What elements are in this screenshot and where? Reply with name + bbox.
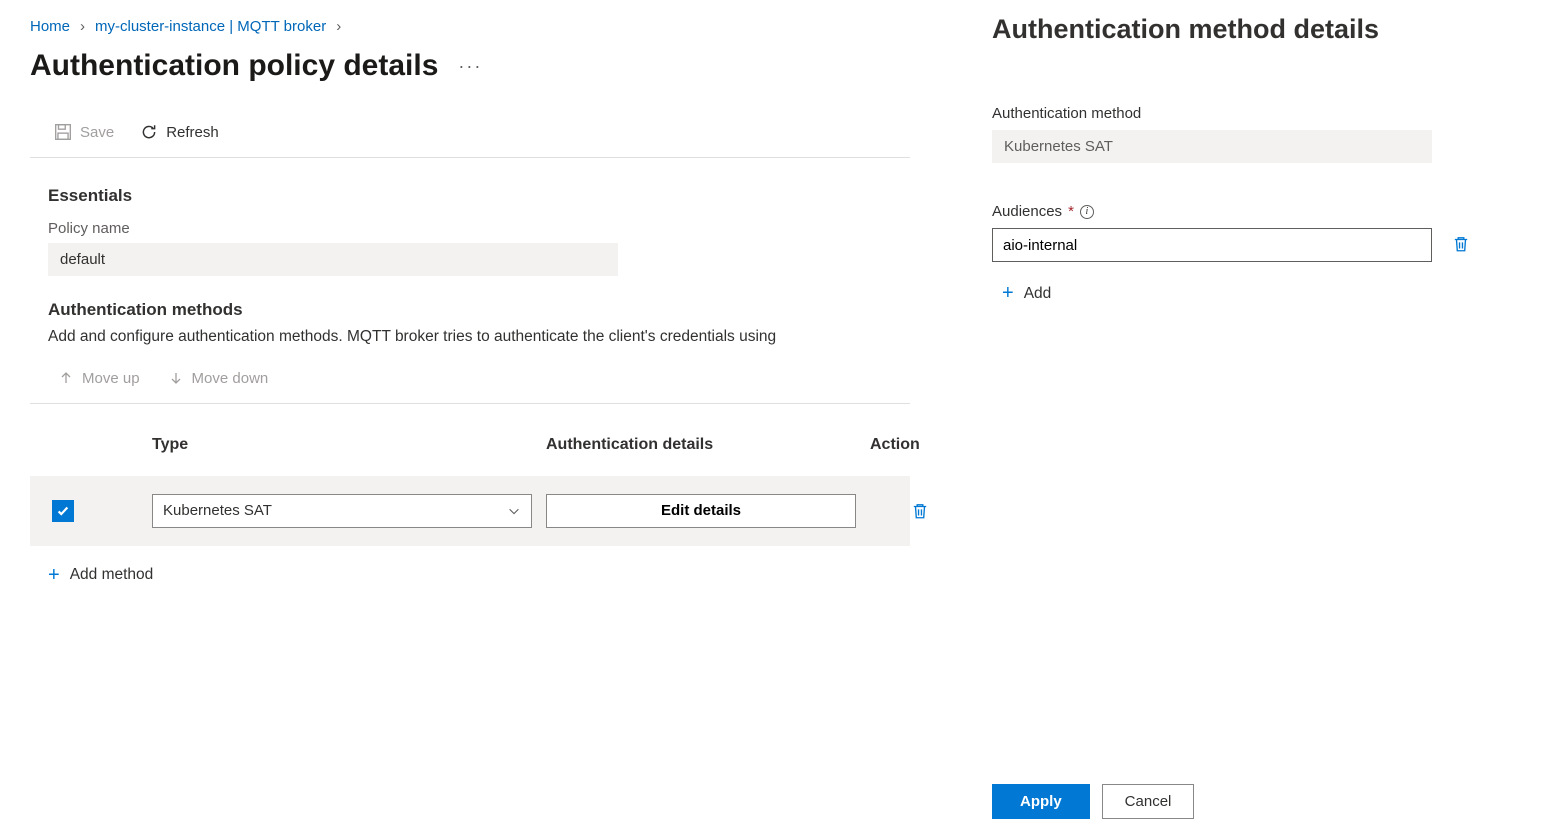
info-icon[interactable]: i xyxy=(1080,205,1094,219)
audience-row xyxy=(992,228,1508,262)
delete-audience-button[interactable] xyxy=(1452,235,1470,256)
table-header: Type Authentication details Action xyxy=(30,436,910,454)
arrow-down-icon xyxy=(168,370,184,386)
breadcrumb: Home › my-cluster-instance | MQTT broker… xyxy=(30,18,910,35)
essentials-header: Essentials xyxy=(30,186,910,206)
breadcrumb-home[interactable]: Home xyxy=(30,18,70,35)
apply-button[interactable]: Apply xyxy=(992,784,1090,819)
breadcrumb-instance[interactable]: my-cluster-instance | MQTT broker xyxy=(95,18,326,35)
more-actions-icon[interactable]: ··· xyxy=(458,56,482,77)
plus-icon: + xyxy=(48,564,60,587)
auth-method-field: Kubernetes SAT xyxy=(992,130,1432,163)
add-method-button[interactable]: + Add method xyxy=(30,558,171,593)
delete-row-button[interactable] xyxy=(870,502,970,520)
add-audience-button[interactable]: + Add xyxy=(992,276,1508,311)
details-panel: Authentication method details Authentica… xyxy=(968,0,1548,829)
chevron-down-icon xyxy=(507,504,521,518)
page-title: Authentication policy details xyxy=(30,49,438,83)
panel-title: Authentication method details xyxy=(992,14,1508,45)
row-checkbox[interactable] xyxy=(52,500,74,522)
required-star-icon: * xyxy=(1068,203,1074,220)
move-down-button[interactable]: Move down xyxy=(168,370,269,387)
cancel-button[interactable]: Cancel xyxy=(1102,784,1195,819)
policy-name-label: Policy name xyxy=(30,220,910,237)
trash-icon xyxy=(911,502,929,520)
table-row: Kubernetes SAT Edit details xyxy=(30,476,910,546)
save-button[interactable]: Save xyxy=(54,123,114,141)
auth-methods-header: Authentication methods xyxy=(48,300,892,320)
chevron-right-icon: › xyxy=(80,18,85,35)
type-dropdown[interactable]: Kubernetes SAT xyxy=(152,494,532,528)
column-action: Action xyxy=(870,436,970,454)
auth-methods-description: Add and configure authentication methods… xyxy=(48,326,892,348)
edit-details-button[interactable]: Edit details xyxy=(546,494,856,528)
arrow-up-icon xyxy=(58,370,74,386)
toolbar: Save Refresh xyxy=(30,123,910,158)
column-details: Authentication details xyxy=(546,436,856,454)
trash-icon xyxy=(1452,235,1470,253)
refresh-icon xyxy=(140,123,158,141)
move-up-button[interactable]: Move up xyxy=(58,370,140,387)
audience-input[interactable] xyxy=(992,228,1432,262)
checkmark-icon xyxy=(56,504,70,518)
audiences-label: Audiences * i xyxy=(992,203,1508,220)
plus-icon: + xyxy=(1002,282,1014,305)
auth-method-label: Authentication method xyxy=(992,105,1508,122)
save-icon xyxy=(54,123,72,141)
chevron-right-icon: › xyxy=(336,18,341,35)
column-type: Type xyxy=(152,436,532,454)
refresh-button[interactable]: Refresh xyxy=(140,123,219,141)
policy-name-field: default xyxy=(48,243,618,276)
